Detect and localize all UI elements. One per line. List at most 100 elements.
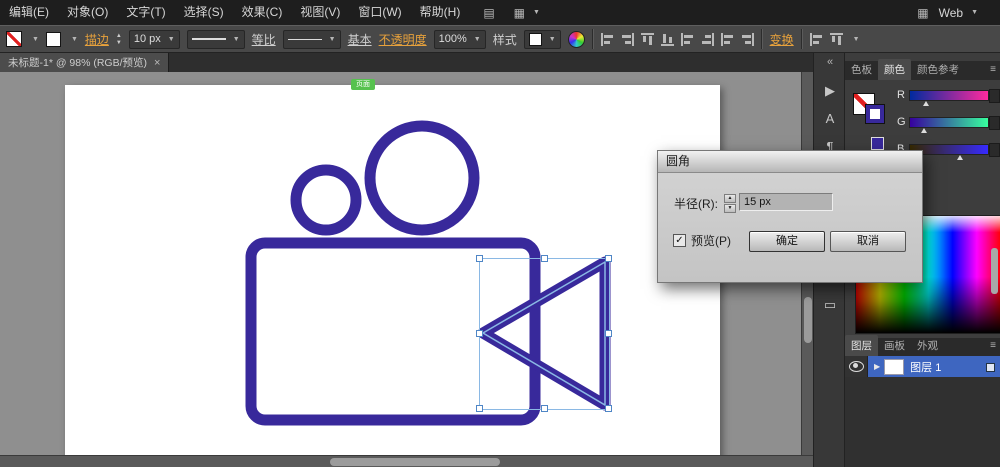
slider-marker-icon[interactable] — [956, 155, 963, 160]
style-combo[interactable]: ▼ — [523, 29, 561, 49]
arrange-documents-arrow-icon[interactable]: ▼ — [533, 9, 540, 16]
channel-g-slider[interactable] — [909, 117, 989, 133]
selection-bounding-box[interactable] — [479, 258, 610, 410]
menu-help[interactable]: 帮助(H) — [411, 0, 470, 25]
stroke-width-stepper[interactable]: ▲ ▼ — [116, 33, 122, 46]
recolor-artwork-icon[interactable] — [567, 30, 585, 48]
profile-label[interactable]: 等比 — [252, 31, 276, 48]
menu-object[interactable]: 对象(O) — [58, 0, 117, 25]
menu-view[interactable]: 视图(V) — [291, 0, 349, 25]
channel-b-value-field[interactable] — [989, 143, 1000, 157]
menu-effect[interactable]: 效果(C) — [233, 0, 292, 25]
opacity-arrow-icon: ▼ — [473, 35, 481, 43]
vertical-scrollbar-thumb[interactable] — [804, 297, 812, 343]
camera-small-lens-circle — [290, 164, 362, 236]
panel-scrollbar-thumb[interactable] — [991, 248, 998, 294]
close-tab-icon[interactable]: × — [154, 57, 160, 69]
layers-panel-menu-icon[interactable]: ≡ — [990, 340, 996, 351]
cancel-button[interactable]: 取消 — [830, 231, 906, 252]
document-window-icon[interactable]: ▤ — [483, 6, 494, 20]
style-label[interactable]: 样式 — [493, 31, 517, 48]
align-top-icon[interactable] — [640, 32, 654, 46]
eye-icon[interactable] — [848, 361, 864, 372]
layer-row[interactable]: ▶ 图层 1 — [845, 356, 1000, 377]
slider-marker-icon[interactable] — [923, 101, 930, 106]
document-tab[interactable]: 未标题-1* @ 98% (RGB/预览) × — [0, 53, 170, 72]
layer-thumbnail[interactable] — [884, 358, 905, 375]
brush-label[interactable]: 基本 — [348, 31, 372, 48]
fill-arrow-icon[interactable]: ▼ — [32, 36, 39, 43]
horizontal-scrollbar[interactable] — [0, 455, 813, 467]
color-panel-menu-icon[interactable]: ≡ — [990, 64, 996, 75]
panel-arrow-icon[interactable]: ▶ — [814, 83, 846, 99]
align-center-v-icon[interactable] — [700, 32, 714, 46]
more-options-arrow-icon[interactable]: ▼ — [853, 36, 860, 43]
opacity-combo[interactable]: 100% ▼ — [433, 29, 486, 49]
slider-marker-icon[interactable] — [920, 128, 927, 133]
panel-character-icon[interactable]: A — [814, 111, 846, 126]
menu-type[interactable]: 文字(T) — [117, 0, 174, 25]
stroke-width-arrow-icon: ▼ — [167, 35, 175, 43]
align-right-icon[interactable] — [620, 32, 634, 46]
channel-r-value-field[interactable] — [989, 89, 1000, 103]
width-profile-combo[interactable]: ▼ — [186, 29, 245, 49]
radius-input[interactable]: 15 px — [739, 193, 833, 211]
align-left-icon[interactable] — [600, 32, 614, 46]
transform-panel-link[interactable]: 变换 — [770, 31, 794, 48]
selection-handle-sw[interactable] — [476, 405, 483, 412]
stroke-arrow-icon[interactable]: ▼ — [71, 36, 78, 43]
stroke-color-swatch[interactable] — [45, 31, 61, 47]
expand-panels-icon[interactable]: « — [814, 56, 846, 68]
align-center-h-icon[interactable] — [680, 32, 694, 46]
selection-handle-w[interactable] — [476, 330, 483, 337]
preview-checkbox-group[interactable]: ✓ 预览(P) — [673, 232, 731, 249]
menu-edit[interactable]: 编辑(E) — [0, 0, 58, 25]
tab-layers[interactable]: 图层 — [845, 335, 878, 356]
radius-stepper[interactable]: ▲ ▼ — [724, 194, 736, 213]
panel-rect-icon[interactable]: ▭ — [814, 297, 846, 313]
fill-none-swatch[interactable] — [6, 31, 22, 47]
selection-handle-nw[interactable] — [476, 255, 483, 262]
stroke-panel-link[interactable]: 描边 — [85, 31, 109, 48]
stroke-width-combo[interactable]: 10 px ▼ — [128, 29, 180, 49]
channel-g-value-field[interactable] — [989, 116, 1000, 130]
selection-handle-s[interactable] — [541, 405, 548, 412]
menu-window[interactable]: 窗口(W) — [349, 0, 410, 25]
align-bottom-icon[interactable] — [660, 32, 674, 46]
layer-visibility-cell[interactable] — [845, 356, 868, 377]
ok-button[interactable]: 确定 — [749, 231, 825, 252]
menu-select[interactable]: 选择(S) — [175, 0, 233, 25]
checkbox-checked-icon[interactable]: ✓ — [673, 234, 686, 247]
arrange-documents-icon[interactable]: ▦ — [514, 6, 525, 20]
selection-handle-se[interactable] — [605, 405, 612, 412]
horizontal-scrollbar-thumb[interactable] — [330, 458, 500, 466]
layer-expand-icon[interactable]: ▶ — [874, 362, 880, 371]
distribute-h-icon[interactable] — [720, 32, 734, 46]
selection-handle-e[interactable] — [605, 330, 612, 337]
stepper-up-icon[interactable]: ▲ — [116, 33, 122, 39]
stepper-up-icon[interactable]: ▲ — [724, 194, 736, 203]
channel-r-slider[interactable] — [909, 90, 989, 106]
workspace-switcher[interactable]: ▦ Web ▼ — [912, 0, 978, 25]
radius-value: 15 px — [744, 196, 771, 208]
tab-artboards[interactable]: 画板 — [878, 335, 911, 356]
layer-selection-indicator[interactable] — [986, 363, 995, 372]
stepper-down-icon[interactable]: ▼ — [724, 204, 736, 213]
tab-appearance[interactable]: 外观 — [911, 335, 944, 356]
pathfinder-icon[interactable] — [829, 32, 843, 46]
tab-color-guide[interactable]: 颜色参考 — [911, 59, 965, 80]
brush-combo[interactable]: ▼ — [282, 29, 341, 49]
stepper-down-icon[interactable]: ▼ — [116, 40, 122, 46]
dialog-title-bar[interactable]: 圆角 — [658, 151, 922, 173]
tab-color[interactable]: 颜色 — [878, 59, 911, 80]
layer-name[interactable]: 图层 1 — [910, 359, 941, 375]
shape-mode-icon[interactable] — [809, 32, 823, 46]
camera-icon-artwork[interactable] — [65, 85, 720, 460]
selection-handle-ne[interactable] — [605, 255, 612, 262]
distribute-v-icon[interactable] — [740, 32, 754, 46]
selection-handle-n[interactable] — [541, 255, 548, 262]
opacity-panel-link[interactable]: 不透明度 — [379, 31, 427, 48]
tab-swatches[interactable]: 色板 — [845, 59, 878, 80]
channel-row-r: R — [845, 86, 1000, 106]
divider — [760, 29, 763, 49]
